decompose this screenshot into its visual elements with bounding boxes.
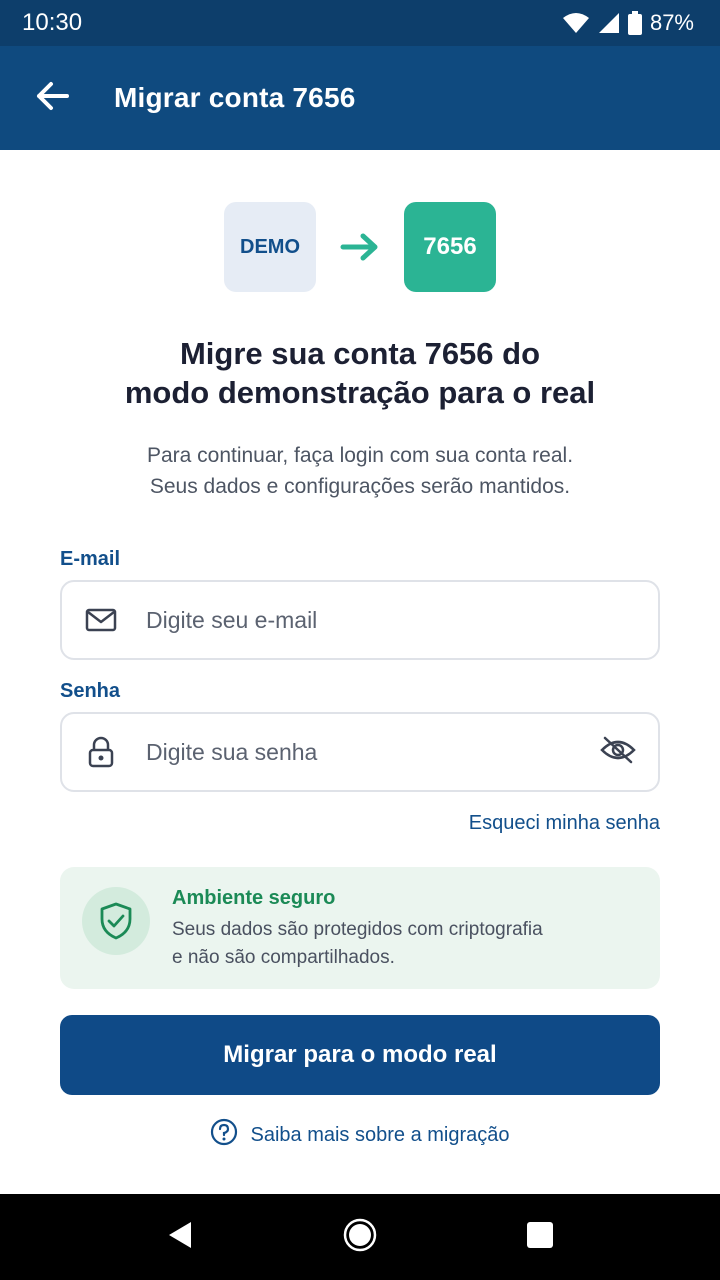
- secure-description-line-2: e não são compartilhados.: [172, 947, 395, 968]
- demo-badge: DEMO: [224, 202, 316, 292]
- secure-title: Ambiente seguro: [172, 887, 336, 909]
- status-bar: 10:30 87%: [0, 0, 720, 46]
- secure-description-line-1: Seus dados são protegidos com criptograf…: [172, 919, 543, 940]
- password-label: Senha: [60, 680, 121, 702]
- shield-check-icon: [82, 887, 150, 955]
- password-field[interactable]: [60, 712, 660, 792]
- real-account-badge: 7656: [404, 202, 496, 292]
- app-bar: Migrar conta 7656: [0, 46, 720, 150]
- email-input[interactable]: [140, 606, 658, 634]
- learn-more-link[interactable]: Saiba mais sobre a migração: [0, 1118, 720, 1152]
- toggle-password-visibility[interactable]: [578, 736, 658, 769]
- password-input[interactable]: [140, 738, 578, 766]
- wifi-icon: [562, 12, 590, 34]
- secure-text: Ambiente seguro Seus dados são protegido…: [172, 887, 592, 972]
- status-icons: 87%: [562, 10, 694, 36]
- headline: Migre sua conta 7656 do modo demonstraçã…: [60, 334, 660, 412]
- help-circle-icon: [210, 1118, 238, 1152]
- migrate-button[interactable]: Migrar para o modo real: [60, 1015, 660, 1095]
- secure-environment-card: Ambiente seguro Seus dados são protegido…: [60, 867, 660, 989]
- migration-badges: DEMO 7656: [0, 202, 720, 292]
- battery-icon: [627, 11, 642, 35]
- email-label: E-mail: [60, 548, 121, 570]
- email-field[interactable]: [60, 580, 660, 660]
- back-button[interactable]: [22, 68, 82, 128]
- nav-home-button[interactable]: [330, 1207, 390, 1267]
- mail-icon: [62, 608, 140, 632]
- square-recents-icon: [526, 1221, 554, 1254]
- triangle-back-icon: [167, 1220, 193, 1255]
- signal-icon: [598, 12, 620, 34]
- lock-icon: [62, 736, 140, 768]
- system-nav-bar: [0, 1194, 720, 1280]
- circle-home-icon: [343, 1218, 377, 1257]
- headline-line-2: modo demonstração para o real: [124, 375, 596, 410]
- learn-more-label: Saiba mais sobre a migração: [250, 1123, 510, 1146]
- subtext-line-1: Para continuar, faça login com sua conta…: [146, 444, 574, 467]
- status-time: 10:30: [22, 9, 83, 36]
- nav-recents-button[interactable]: [510, 1207, 570, 1267]
- secure-description: Seus dados são protegidos com criptograf…: [172, 916, 592, 972]
- page-title: Migrar conta 7656: [114, 82, 356, 113]
- arrow-right-icon: [316, 232, 404, 262]
- arrow-left-icon: [35, 81, 69, 116]
- forgot-password-link[interactable]: Esqueci minha senha: [469, 812, 660, 835]
- eye-off-icon: [600, 736, 636, 769]
- battery-percent: 87%: [649, 10, 694, 35]
- nav-back-button[interactable]: [150, 1207, 210, 1267]
- subtext-line-2: Seus dados e configurações serão mantido…: [149, 475, 571, 498]
- subtext: Para continuar, faça login com sua conta…: [60, 440, 660, 502]
- headline-line-1: Migre sua conta 7656 do: [179, 336, 541, 371]
